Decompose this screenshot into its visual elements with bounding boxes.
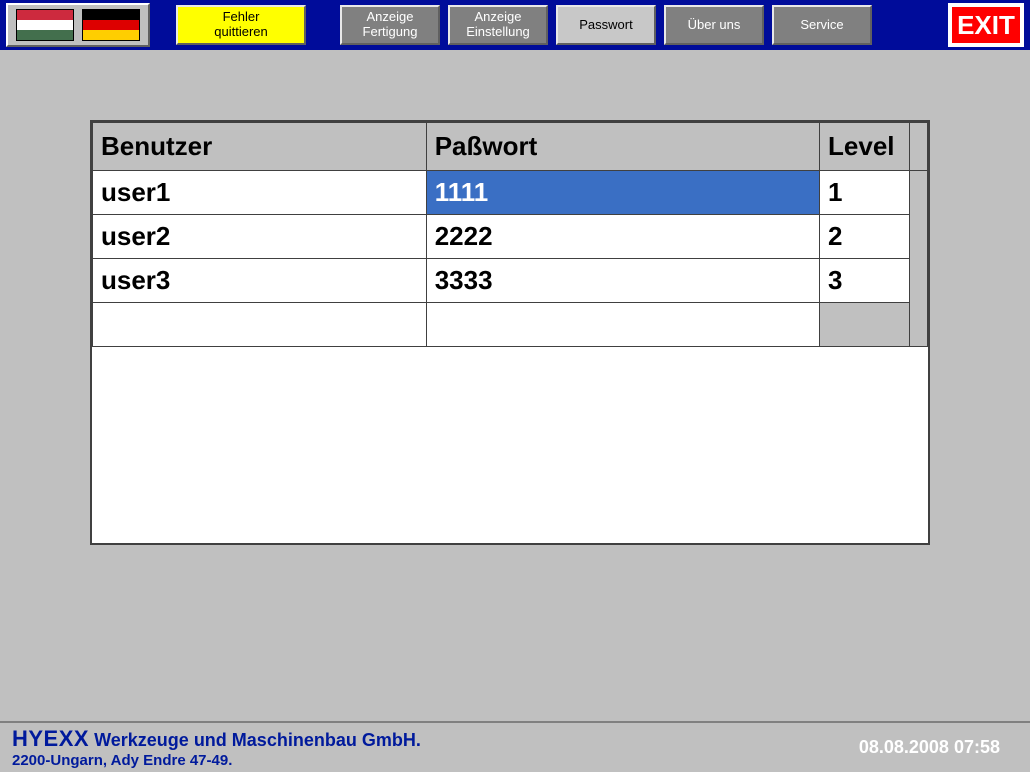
user-table-container: Benutzer Paßwort Level user1 1111 1 user… xyxy=(90,120,930,545)
password-button[interactable]: Passwort xyxy=(556,5,656,45)
cell-level-empty[interactable] xyxy=(820,303,910,347)
cell-level[interactable]: 1 xyxy=(820,171,910,215)
quit-error-button[interactable]: Fehler quittieren xyxy=(176,5,306,45)
table-row[interactable]: user1 1111 1 xyxy=(93,171,928,215)
exit-button-frame: EXIT xyxy=(948,3,1024,47)
top-toolbar: Fehler quittieren Anzeige Fertigung Anze… xyxy=(0,0,1030,50)
cell-password[interactable]: 3333 xyxy=(426,259,819,303)
table-row[interactable]: user3 3333 3 xyxy=(93,259,928,303)
display-settings-button[interactable]: Anzeige Einstellung xyxy=(448,5,548,45)
table-row[interactable] xyxy=(93,303,928,347)
flag-hungary-icon[interactable] xyxy=(16,9,74,41)
main-content: Benutzer Paßwort Level user1 1111 1 user… xyxy=(0,50,1030,545)
datetime-display: 08.08.2008 07:58 xyxy=(859,737,1018,758)
flag-germany-icon[interactable] xyxy=(82,9,140,41)
user-table: Benutzer Paßwort Level user1 1111 1 user… xyxy=(92,122,928,347)
cell-level[interactable]: 2 xyxy=(820,215,910,259)
language-flag-panel xyxy=(6,3,150,47)
about-button[interactable]: Über uns xyxy=(664,5,764,45)
header-level[interactable]: Level xyxy=(820,123,910,171)
company-name: HYEXX Werkzeuge und Maschinenbau GmbH. xyxy=(12,726,421,751)
cell-level[interactable]: 3 xyxy=(820,259,910,303)
cell-user-empty[interactable] xyxy=(93,303,427,347)
status-bar: HYEXX Werkzeuge und Maschinenbau GmbH. 2… xyxy=(0,721,1030,772)
display-production-button[interactable]: Anzeige Fertigung xyxy=(340,5,440,45)
cell-password[interactable]: 1111 xyxy=(426,171,819,215)
scrollbar-track-icon[interactable] xyxy=(909,123,927,171)
company-address: 2200-Ungarn, Ady Endre 47-49. xyxy=(12,752,421,769)
cell-user[interactable]: user3 xyxy=(93,259,427,303)
service-button[interactable]: Service xyxy=(772,5,872,45)
table-header-row: Benutzer Paßwort Level xyxy=(93,123,928,171)
header-password[interactable]: Paßwort xyxy=(426,123,819,171)
cell-password-empty[interactable] xyxy=(426,303,819,347)
cell-password[interactable]: 2222 xyxy=(426,215,819,259)
header-user[interactable]: Benutzer xyxy=(93,123,427,171)
company-info: HYEXX Werkzeuge und Maschinenbau GmbH. 2… xyxy=(12,726,421,769)
cell-user[interactable]: user1 xyxy=(93,171,427,215)
exit-button[interactable]: EXIT xyxy=(950,5,1022,45)
table-row[interactable]: user2 2222 2 xyxy=(93,215,928,259)
scrollbar-track-icon[interactable] xyxy=(909,171,927,347)
cell-user[interactable]: user2 xyxy=(93,215,427,259)
